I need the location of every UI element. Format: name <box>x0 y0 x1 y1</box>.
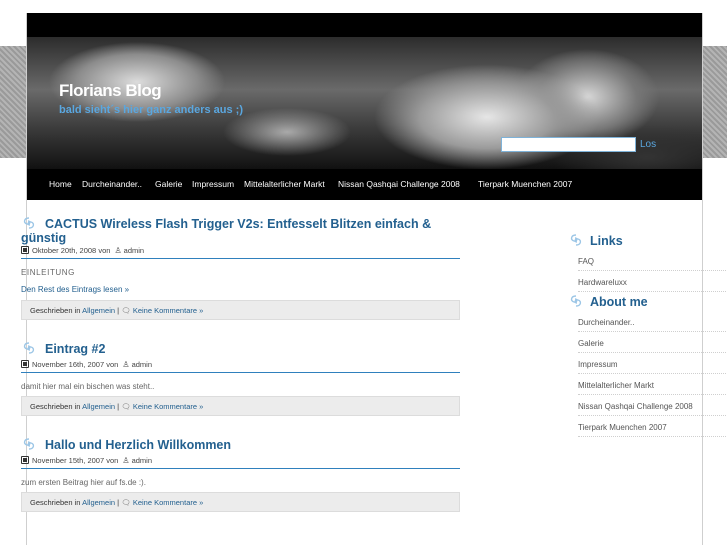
post-title[interactable]: Hallo und Herzlich Willkommen <box>21 437 460 452</box>
nav-item-durcheinander[interactable]: Durcheinander.. <box>82 179 142 189</box>
post-title-text: Eintrag #2 <box>45 342 106 356</box>
comments-link[interactable]: Keine Kommentare » <box>133 306 203 315</box>
main-nav: Home Durcheinander.. Galerie Impressum M… <box>27 169 702 200</box>
comment-bubble-icon: 🗨 <box>121 402 131 411</box>
post-title[interactable]: CACTUS Wireless Flash Trigger V2s: Entfe… <box>21 216 460 245</box>
post-excerpt: EINLEITUNG <box>21 268 76 277</box>
post-author: admin <box>131 360 153 369</box>
nav-item-nissan-qashqai[interactable]: Nissan Qashqai Challenge 2008 <box>338 179 460 189</box>
post-footer: Geschrieben in Allgemein | 🗨 Keine Komme… <box>21 492 460 512</box>
sidebar-link-galerie[interactable]: Galerie <box>578 339 727 353</box>
swirl-icon <box>568 233 584 247</box>
read-more-link[interactable]: Den Rest des Eintrags lesen » <box>21 285 129 294</box>
post-excerpt: damit hier mal ein bischen was steht.. <box>21 382 155 391</box>
nav-item-mittelalterlicher-markt[interactable]: Mittelalterlicher Markt <box>244 179 325 189</box>
post-by: von <box>106 360 119 369</box>
post-divider <box>21 372 460 373</box>
swirl-icon <box>21 341 37 355</box>
posted-in-label: Geschrieben in <box>30 402 81 411</box>
post-divider <box>21 258 460 259</box>
post-footer: Geschrieben in Allgemein | 🗨 Keine Komme… <box>21 300 460 320</box>
swirl-icon <box>21 437 37 451</box>
sidebar-link-impressum[interactable]: Impressum <box>578 360 727 374</box>
separator: | <box>117 498 120 507</box>
site-subtitle: bald sieht´s hier ganz anders aus ;) <box>59 104 243 116</box>
separator: | <box>117 306 120 315</box>
sidebar-link-tierpark[interactable]: Tierpark Muenchen 2007 <box>578 423 727 437</box>
nav-item-impressum[interactable]: Impressum <box>192 179 234 189</box>
calendar-icon <box>21 456 29 464</box>
post-footer: Geschrieben in Allgemein | 🗨 Keine Komme… <box>21 396 460 416</box>
sidebar-link-faq[interactable]: FAQ <box>578 257 727 271</box>
post-date: November 15th, 2007 <box>32 456 105 465</box>
post-author: admin <box>131 456 153 465</box>
post-author: admin <box>123 246 145 255</box>
comment-bubble-icon: 🗨 <box>121 498 131 507</box>
nav-item-home[interactable]: Home <box>49 179 72 189</box>
swirl-icon <box>568 294 584 308</box>
post-meta: November 16th, 2007 von ♙ admin <box>21 360 152 369</box>
calendar-icon <box>21 246 29 254</box>
posted-in-label: Geschrieben in <box>30 306 81 315</box>
post-divider <box>21 468 460 469</box>
posted-in-label: Geschrieben in <box>30 498 81 507</box>
sidebar-heading-text: About me <box>590 295 648 309</box>
sidebar-link-durcheinander[interactable]: Durcheinander.. <box>578 318 727 332</box>
post-date: Oktober 20th, 2008 <box>32 246 97 255</box>
comments-link[interactable]: Keine Kommentare » <box>133 402 203 411</box>
post-title-text: CACTUS Wireless Flash Trigger V2s: Entfe… <box>21 217 432 245</box>
search-button[interactable]: Los <box>640 136 670 152</box>
post-title-text: Hallo und Herzlich Willkommen <box>45 438 232 452</box>
top-bar <box>27 13 702 37</box>
post-by: von <box>98 246 111 255</box>
nav-item-galerie[interactable]: Galerie <box>155 179 182 189</box>
site-title[interactable]: Florians Blog <box>59 81 162 101</box>
comments-link[interactable]: Keine Kommentare » <box>133 498 203 507</box>
sidebar-heading-links: Links <box>568 233 623 248</box>
person-icon: ♙ <box>122 360 130 369</box>
sidebar-heading-text: Links <box>590 234 623 248</box>
post-by: von <box>106 456 119 465</box>
post-meta: Oktober 20th, 2008 von ♙ admin <box>21 246 144 255</box>
sidebar-link-mittelalterlicher-markt[interactable]: Mittelalterlicher Markt <box>578 381 727 395</box>
post-date: November 16th, 2007 <box>32 360 105 369</box>
category-link[interactable]: Allgemein <box>82 498 115 507</box>
nav-item-tierpark[interactable]: Tierpark Muenchen 2007 <box>478 179 572 189</box>
header-banner: Florians Blog bald sieht´s hier ganz and… <box>27 37 702 169</box>
comment-bubble-icon: 🗨 <box>121 306 131 315</box>
separator: | <box>117 402 120 411</box>
sidebar-link-hardwareluxx[interactable]: Hardwareluxx <box>578 278 727 292</box>
post-meta: November 15th, 2007 von ♙ admin <box>21 456 152 465</box>
search-input[interactable] <box>501 137 636 152</box>
post-title[interactable]: Eintrag #2 <box>21 341 460 356</box>
person-icon: ♙ <box>122 456 130 465</box>
person-icon: ♙ <box>114 246 122 255</box>
swirl-icon <box>21 216 37 230</box>
category-link[interactable]: Allgemein <box>82 402 115 411</box>
sidebar-link-nissan-qashqai[interactable]: Nissan Qashqai Challenge 2008 <box>578 402 727 416</box>
post-excerpt: zum ersten Beitrag hier auf fs.de :). <box>21 478 146 487</box>
calendar-icon <box>21 360 29 368</box>
sidebar-heading-about: About me <box>568 294 648 309</box>
category-link[interactable]: Allgemein <box>82 306 115 315</box>
